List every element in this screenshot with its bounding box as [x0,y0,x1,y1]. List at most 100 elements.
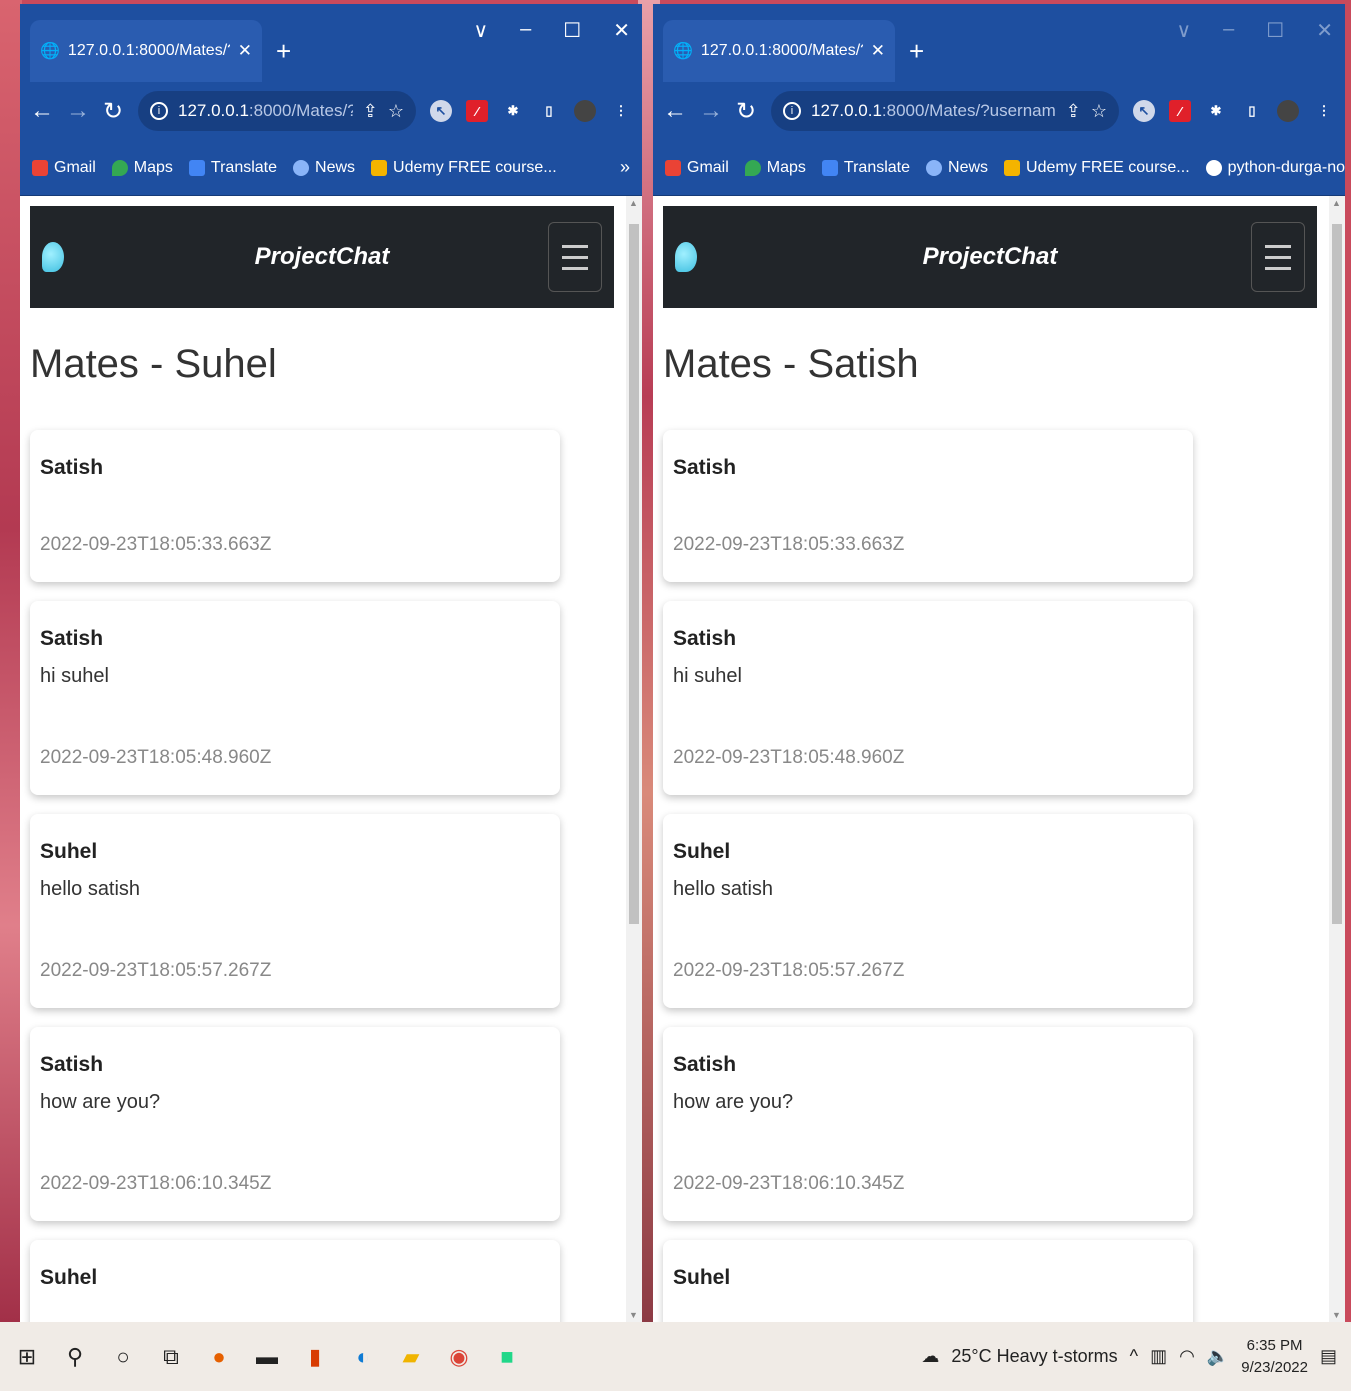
translate-icon [188,159,205,176]
address-bar[interactable]: i 127.0.0.1:8000/Mates/?username... ⇪ ☆ [138,91,416,131]
page-title: Mates - Suhel [30,342,277,386]
message-time: 2022-09-23T18:05:57.267Z [673,960,905,981]
bookmark-maps[interactable]: Maps [744,159,806,177]
extensions-puzzle-icon[interactable]: ✱ [1205,100,1227,122]
site-navbar: ProjectChat [30,206,614,308]
brand-name[interactable]: ProjectChat [663,243,1317,271]
brand-name[interactable]: ProjectChat [30,243,614,271]
bookmark-udemy[interactable]: Udemy FREE course... [1004,159,1190,177]
message-list: Satish 2022-09-23T18:05:33.663Z Satish h… [663,430,1193,1322]
office-icon[interactable]: ▮ [302,1343,328,1371]
extension-cursor-icon[interactable]: ↖ [430,100,452,122]
scroll-down-icon[interactable]: ▼ [1332,1310,1341,1320]
back-arrow-icon[interactable]: ← [663,97,687,125]
forward-arrow-icon[interactable]: → [699,97,723,125]
new-tab-button[interactable]: + [276,38,291,64]
bookmark-gmail[interactable]: Gmail [665,159,729,177]
notifications-icon[interactable]: ▤ [1320,1346,1337,1367]
gmail-icon [32,159,48,176]
page-scrollbar[interactable]: ▲ ▼ [1329,196,1345,1322]
bookmark-python-durga[interactable]: python-durga-note... [1205,159,1345,177]
volume-icon[interactable]: 🔈 [1207,1346,1229,1367]
close-window-button[interactable]: ✕ [613,18,630,43]
page-title: Mates - Satish [663,342,919,386]
bookmark-translate[interactable]: Translate [821,159,910,177]
tab-search-icon[interactable]: ∨ [474,18,489,43]
star-icon[interactable]: ☆ [388,101,404,122]
browser-tab[interactable]: 🌐 127.0.0.1:8000/Mates/?username ✕ [30,20,262,82]
extension-red-icon[interactable]: ⁄ [1169,100,1191,122]
bookmark-news[interactable]: News [926,159,988,177]
bookmark-udemy[interactable]: Udemy FREE course... [371,159,557,177]
minimize-button[interactable]: – [520,18,531,43]
firefox-icon[interactable]: ● [206,1343,232,1371]
page-scrollbar[interactable]: ▲ ▼ [626,196,642,1322]
message-time: 2022-09-23T18:06:10.345Z [673,1173,905,1194]
scroll-up-icon[interactable]: ▲ [629,198,638,208]
close-tab-icon[interactable]: ✕ [238,41,252,61]
search-icon[interactable]: ⚲ [62,1343,88,1371]
scroll-down-icon[interactable]: ▼ [629,1310,638,1320]
more-bookmarks-icon[interactable]: » [620,157,630,178]
message-list: Satish 2022-09-23T18:05:33.663Z Satish h… [30,430,560,1322]
navbar-toggler-button[interactable] [548,222,602,292]
back-arrow-icon[interactable]: ← [30,97,54,125]
message-sender: Suhel [673,1266,731,1289]
menu-dots-icon[interactable]: ⋮ [610,100,632,122]
sidepanel-icon[interactable]: ▯ [538,100,560,122]
address-bar[interactable]: i 127.0.0.1:8000/Mates/?username=Satish%… [771,91,1119,131]
sidepanel-icon[interactable]: ▯ [1241,100,1263,122]
system-tray: ☁ 25°C Heavy t-storms ^ ▥ ◠ 🔈 6:35 PM 9/… [921,1335,1337,1379]
message-text: hi suhel [673,665,742,687]
extension-cursor-icon[interactable]: ↖ [1133,100,1155,122]
chrome-icon[interactable]: ◉ [446,1343,472,1371]
bookmark-news[interactable]: News [293,159,355,177]
show-hidden-icons-icon[interactable]: ^ [1130,1346,1138,1367]
pycharm-icon[interactable]: ■ [494,1343,520,1371]
wifi-icon[interactable]: ◠ [1179,1346,1195,1367]
menu-dots-icon[interactable]: ⋮ [1313,100,1335,122]
forward-arrow-icon[interactable]: → [66,97,90,125]
clock[interactable]: 6:35 PM 9/23/2022 [1241,1335,1308,1379]
extensions-puzzle-icon[interactable]: ✱ [502,100,524,122]
message-card: Suhel hello satish 2022-09-23T18:05:57.2… [30,814,560,1008]
scroll-thumb[interactable] [1332,224,1342,924]
tab-search-icon[interactable]: ∨ [1177,18,1192,43]
message-sender: Satish [673,1053,737,1076]
title-bar: 🌐 127.0.0.1:8000/Mates/?username ✕ + ∨ –… [653,4,1345,82]
reload-icon[interactable]: ↻ [102,97,124,126]
info-icon[interactable]: i [783,102,801,120]
terminal-icon[interactable]: ▬ [254,1343,280,1371]
message-card: Satish how are you? 2022-09-23T18:06:10.… [30,1027,560,1221]
task-view-icon[interactable]: ⧉ [158,1343,184,1371]
extension-red-icon[interactable]: ⁄ [466,100,488,122]
navbar-toggler-button[interactable] [1251,222,1305,292]
new-tab-button[interactable]: + [909,38,924,64]
bookmark-maps[interactable]: Maps [111,159,173,177]
edge-icon[interactable]: ◐ [350,1343,376,1371]
maximize-button[interactable]: ☐ [1266,18,1284,43]
profile-avatar[interactable] [1277,100,1299,122]
bookmarks-bar: Gmail Maps Translate News Udemy FREE cou… [20,140,642,196]
reload-icon[interactable]: ↻ [735,97,757,126]
share-icon[interactable]: ⇪ [1066,101,1081,122]
maximize-button[interactable]: ☐ [563,18,581,43]
bookmark-gmail[interactable]: Gmail [32,159,96,177]
star-icon[interactable]: ☆ [1091,101,1107,122]
close-window-button[interactable]: ✕ [1316,18,1333,43]
clock-date: 9/23/2022 [1241,1358,1308,1376]
info-icon[interactable]: i [150,102,168,120]
bookmark-translate[interactable]: Translate [188,159,277,177]
weather-text[interactable]: 25°C Heavy t-storms [951,1346,1117,1367]
network-icon[interactable]: ▥ [1150,1346,1167,1367]
minimize-button[interactable]: – [1223,18,1234,43]
cortana-icon[interactable]: ○ [110,1343,136,1371]
windows-start-icon[interactable]: ⊞ [14,1343,40,1371]
profile-avatar[interactable] [574,100,596,122]
scroll-thumb[interactable] [629,224,639,924]
scroll-up-icon[interactable]: ▲ [1332,198,1341,208]
file-explorer-icon[interactable]: ▰ [398,1343,424,1371]
close-tab-icon[interactable]: ✕ [871,41,885,61]
share-icon[interactable]: ⇪ [363,101,378,122]
browser-tab[interactable]: 🌐 127.0.0.1:8000/Mates/?username ✕ [663,20,895,82]
